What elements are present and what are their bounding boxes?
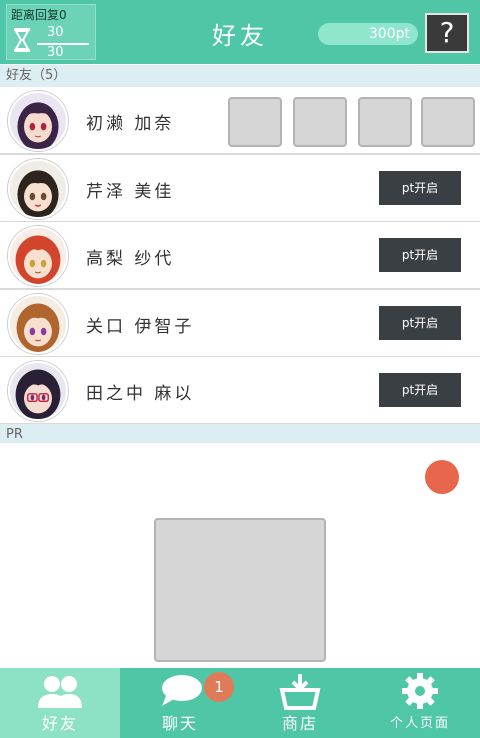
gift-slot[interactable] (293, 97, 347, 147)
friend-name: 高梨 纱代 (86, 249, 175, 269)
nav-label: 商店 (281, 714, 318, 733)
friend-row[interactable]: 芹泽 美佳 pt开启 (0, 155, 480, 223)
avatar (8, 159, 68, 219)
friend-row[interactable]: 田之中 麻以 pt开启 (0, 357, 480, 425)
nav-label: 个人页面 (389, 716, 450, 731)
stamina-max: 30 (47, 45, 64, 60)
avatar (8, 226, 68, 286)
nav-tab-profile[interactable]: 个人页面 (360, 668, 480, 738)
nav-tab-shop[interactable]: 商店 (240, 668, 360, 738)
pr-banner[interactable] (154, 518, 326, 662)
friend-name: 田之中 麻以 (86, 384, 195, 404)
shop-icon (279, 674, 321, 710)
avatar (8, 294, 68, 354)
friend-name: 芹泽 美佳 (86, 182, 175, 202)
points-display: 300pt (318, 23, 418, 45)
hourglass-icon (14, 28, 30, 52)
stamina-panel: 距离回复0 30 30 (6, 4, 96, 60)
gear-icon (402, 673, 438, 709)
gift-slot[interactable] (421, 97, 475, 147)
gift-slot[interactable] (228, 97, 282, 147)
pt-open-button[interactable]: pt开启 (379, 306, 461, 340)
friend-name: 初濑 加奈 (86, 114, 175, 134)
nav-label: 好友 (41, 714, 78, 733)
bottom-nav: 好友 聊天 商店 个人页面 (0, 668, 480, 738)
stamina-current: 30 (47, 25, 64, 40)
nav-label: 聊天 (161, 714, 198, 733)
page-title: 好友 (212, 22, 268, 50)
friend-row[interactable]: 初濑 加奈 (0, 87, 480, 155)
pt-open-button[interactable]: pt开启 (379, 373, 461, 407)
friend-row[interactable]: 关口 伊智子 pt开启 (0, 290, 480, 358)
avatar (8, 361, 68, 421)
friend-name: 关口 伊智子 (86, 317, 195, 337)
recovery-label: 距离回复0 (11, 8, 67, 22)
nav-tab-friends[interactable]: 好友 (0, 668, 120, 738)
gift-slot[interactable] (358, 97, 412, 147)
chat-icon (162, 675, 202, 706)
friends-section-header: 好友（5） (0, 65, 480, 87)
top-bar: 距离回复0 30 30 好友 300pt ? (0, 0, 480, 64)
pt-open-button[interactable]: pt开启 (379, 171, 461, 205)
chat-unread-badge: 1 (204, 672, 234, 702)
pt-open-button[interactable]: pt开启 (379, 238, 461, 272)
friends-icon (38, 676, 82, 708)
help-button[interactable]: ? (425, 13, 469, 53)
notification-dot[interactable] (425, 460, 459, 494)
friend-row[interactable]: 高梨 纱代 pt开启 (0, 222, 480, 290)
avatar (8, 91, 68, 151)
